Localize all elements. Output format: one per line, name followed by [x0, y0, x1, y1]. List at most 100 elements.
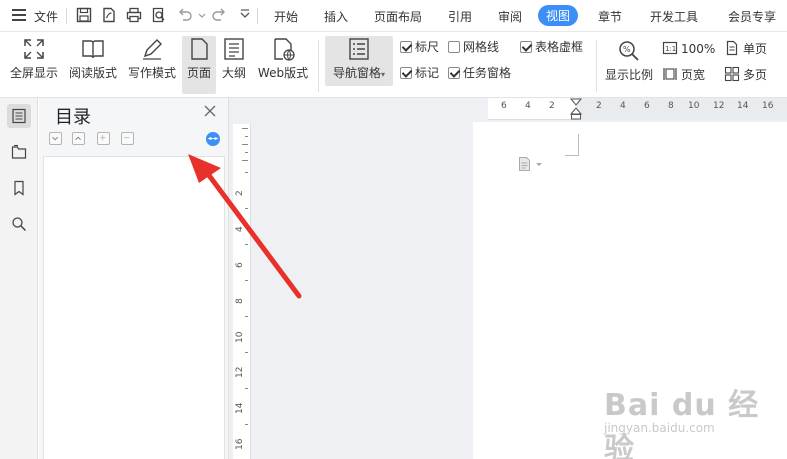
close-icon[interactable]	[203, 104, 217, 118]
tab-member[interactable]: 会员专享	[728, 8, 776, 25]
undo-icon[interactable]	[176, 6, 194, 24]
table-gridlines-label: 表格虚框	[535, 40, 584, 54]
markup-checkbox[interactable]: 标记	[400, 66, 439, 82]
ruler-tick-label: 4	[620, 101, 626, 111]
ruler-tick-label: 4	[525, 101, 531, 111]
ruler-tick-label: 14	[737, 101, 749, 111]
checkbox-box	[448, 67, 460, 79]
ruler-tick	[245, 424, 248, 425]
horizontal-ruler[interactable]: 6 4 2 2 4 6 8 10 12 14 16	[488, 98, 787, 120]
ruler-tick-label: 2	[549, 101, 555, 111]
expand-icon[interactable]	[49, 132, 62, 145]
redo-icon[interactable]	[210, 6, 228, 24]
bookmark-icon[interactable]	[7, 176, 31, 200]
page-view-button[interactable]: 页面	[182, 36, 216, 94]
tab-insert[interactable]: 插入	[324, 8, 348, 25]
ruler-tick	[245, 280, 248, 281]
fullscreen-button[interactable]: 全屏显示	[8, 36, 60, 81]
ruler-tick-label: 6	[501, 101, 507, 111]
svg-text:1:1: 1:1	[665, 45, 676, 53]
task-pane-checkbox[interactable]: 任务窗格	[448, 66, 511, 82]
search-icon[interactable]	[7, 212, 31, 236]
single-page-button[interactable]: 单页	[724, 40, 767, 58]
nav-pane-icon	[346, 36, 372, 62]
add-level-icon[interactable]	[97, 132, 110, 145]
outline-title: 目录	[55, 107, 91, 128]
print-preview-icon[interactable]	[150, 6, 168, 24]
undo-dropdown-icon[interactable]	[193, 6, 206, 24]
ruler-tick-label: 4	[235, 226, 245, 232]
ruler-tick-label: 10	[235, 331, 245, 343]
ruler-tick	[245, 352, 248, 353]
outline-view-button[interactable]: 大纲	[218, 36, 250, 81]
smart-recognition-icon[interactable]	[205, 131, 221, 147]
remove-level-icon[interactable]	[121, 132, 134, 145]
ruler-tick-label: 2	[596, 101, 602, 111]
save-icon[interactable]	[75, 6, 93, 24]
ruler-tick-label: 12	[713, 101, 725, 111]
page-width-button[interactable]: 页宽	[662, 66, 705, 84]
tab-view[interactable]: 视图	[538, 5, 579, 26]
zoom-100-label: 100%	[681, 42, 716, 56]
ruler-tick	[242, 144, 248, 145]
print-icon[interactable]	[125, 6, 143, 24]
ruler-tick	[245, 152, 248, 153]
multi-page-button[interactable]: 多页	[724, 66, 767, 84]
indent-marker-icon[interactable]	[570, 98, 582, 120]
ruler-tick-label: 2	[235, 190, 245, 196]
ruler-tick-label: 16	[762, 101, 774, 111]
svg-text:%: %	[623, 45, 631, 54]
ruler-checkbox[interactable]: 标尺	[400, 40, 439, 56]
watermark-url: jingyan.baidu.com	[604, 421, 715, 435]
book-icon	[80, 36, 106, 62]
file-menu[interactable]: 文件	[34, 8, 58, 25]
gridlines-checkbox[interactable]: 网格线	[448, 40, 499, 56]
toc-list	[43, 156, 225, 459]
zoom-100-button[interactable]: 1:1 100%	[662, 40, 715, 58]
tab-references[interactable]: 引用	[448, 8, 472, 25]
page-width-label: 页宽	[681, 68, 706, 82]
toc-panel-icon[interactable]	[7, 104, 31, 128]
ruler-active-zone	[577, 98, 787, 120]
divider	[66, 8, 67, 24]
read-mode-button[interactable]: 阅读版式	[66, 36, 120, 81]
zoom-button[interactable]: % 显示比例	[603, 38, 655, 83]
tab-developer[interactable]: 开发工具	[650, 8, 698, 25]
ruler-tick-label: 6	[235, 262, 245, 268]
ruler-tick	[245, 388, 248, 389]
menu-bar: 文件 开始 插入 页面布局 引用 审阅 视图 章节 开发工具 会员专享	[0, 0, 787, 32]
collapse-icon[interactable]	[72, 132, 85, 145]
ruler-label: 标尺	[415, 40, 440, 54]
customize-icon[interactable]	[236, 6, 250, 24]
outline-icon	[221, 36, 247, 62]
ruler-tick-label: 8	[668, 101, 674, 111]
tab-review[interactable]: 审阅	[498, 8, 522, 25]
ruler-tick	[245, 208, 248, 209]
ruler-tick	[245, 316, 248, 317]
divider	[257, 8, 258, 24]
table-gridlines-checkbox[interactable]: 表格虚框	[520, 40, 583, 56]
write-mode-button[interactable]: 写作模式	[124, 36, 180, 81]
nav-pane-button[interactable]: 导航窗格▾	[325, 36, 393, 86]
divider	[596, 40, 597, 92]
tab-home[interactable]: 开始	[274, 8, 298, 25]
fullscreen-icon	[21, 36, 47, 62]
tab-section[interactable]: 章节	[598, 8, 622, 25]
checkbox-box	[520, 41, 532, 53]
document-icon[interactable]	[517, 156, 542, 172]
checkbox-box	[400, 67, 412, 79]
web-layout-button[interactable]: Web版式	[256, 36, 310, 81]
page-icon	[186, 36, 212, 62]
export-pdf-icon[interactable]	[100, 6, 118, 24]
vertical-ruler[interactable]: 2 4 6 8 10 12 14 16	[233, 124, 251, 459]
menu-icon[interactable]	[12, 9, 26, 21]
tab-page-layout[interactable]: 页面布局	[374, 8, 422, 25]
outline-pane: 目录	[39, 98, 229, 459]
checkbox-box	[448, 41, 460, 53]
ruler-tick	[245, 244, 248, 245]
task-pane-label: 任务窗格	[463, 66, 512, 80]
chapter-panel-icon[interactable]	[7, 140, 31, 164]
markup-label: 标记	[415, 66, 440, 80]
gridlines-label: 网格线	[463, 40, 500, 54]
multi-page-icon	[724, 66, 740, 82]
